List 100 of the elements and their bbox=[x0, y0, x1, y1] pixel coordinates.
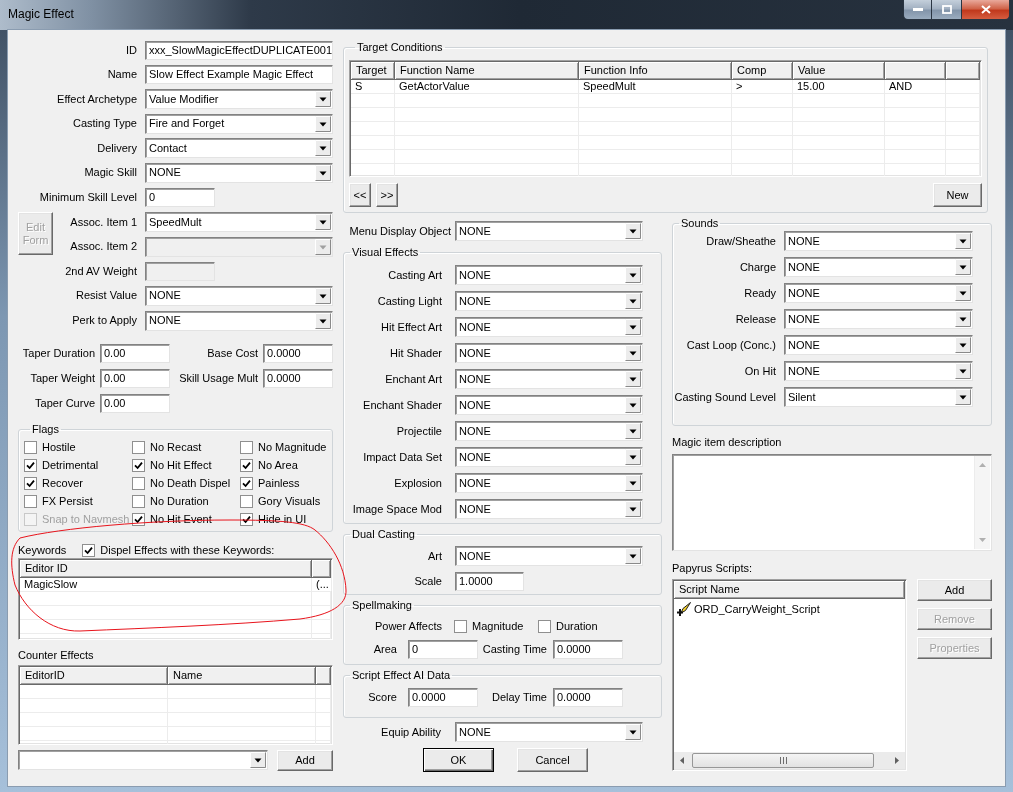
new-button[interactable]: New bbox=[933, 183, 982, 207]
caret-icon[interactable] bbox=[955, 285, 971, 301]
dropdown[interactable]: NONE bbox=[784, 335, 973, 355]
dropdown[interactable]: NONE bbox=[455, 317, 643, 337]
text-field[interactable]: Slow Effect Example Magic Effect bbox=[145, 65, 333, 85]
caret-icon[interactable] bbox=[955, 363, 971, 379]
text-field[interactable]: 0.00 bbox=[100, 368, 170, 388]
checkbox[interactable] bbox=[240, 458, 253, 472]
ok-button[interactable]: OK bbox=[423, 748, 494, 772]
checkbox-label[interactable]: FX Persist bbox=[42, 494, 93, 508]
checkbox[interactable] bbox=[132, 476, 145, 490]
minimize-button[interactable] bbox=[903, 0, 931, 20]
close-button[interactable] bbox=[961, 0, 1010, 20]
text-field[interactable]: 0.0000 bbox=[263, 343, 333, 363]
caret-icon[interactable] bbox=[625, 345, 641, 361]
dropdown[interactable]: NONE bbox=[784, 283, 973, 303]
dropdown[interactable]: NONE bbox=[455, 447, 643, 467]
scrollbar[interactable] bbox=[674, 752, 905, 769]
list-item[interactable]: ORD_CarryWeight_Script bbox=[674, 601, 905, 617]
caret-icon[interactable] bbox=[250, 751, 266, 768]
dropdown[interactable] bbox=[18, 749, 268, 770]
dropdown[interactable]: NONE bbox=[455, 291, 643, 311]
list-view[interactable]: EditorID Name bbox=[18, 664, 333, 745]
column-header[interactable] bbox=[885, 62, 946, 80]
dropdown[interactable]: NONE bbox=[784, 257, 973, 277]
caret-icon[interactable] bbox=[955, 233, 971, 249]
checkbox-label[interactable]: No Duration bbox=[150, 494, 209, 508]
text-field[interactable]: 0.00 bbox=[100, 393, 170, 413]
caret-icon[interactable] bbox=[955, 259, 971, 275]
checkbox[interactable] bbox=[132, 440, 145, 454]
text-field[interactable]: 0.00 bbox=[100, 343, 170, 363]
column-header[interactable] bbox=[312, 559, 331, 578]
dropdown[interactable]: Contact bbox=[145, 138, 333, 159]
dropdown[interactable]: NONE bbox=[455, 421, 643, 441]
checkbox[interactable] bbox=[240, 476, 253, 490]
checkbox[interactable] bbox=[240, 494, 253, 508]
list-view[interactable]: Script Name ORD_CarryWeight_Script bbox=[672, 579, 907, 771]
checkbox-label[interactable]: Painless bbox=[258, 476, 300, 490]
caret-icon[interactable] bbox=[625, 423, 641, 439]
text-field[interactable]: xxx_SlowMagicEffectDUPLICATE001 bbox=[145, 40, 333, 60]
caret-icon[interactable] bbox=[315, 91, 331, 108]
dropdown[interactable]: NONE bbox=[455, 499, 643, 519]
caret-icon[interactable] bbox=[625, 501, 641, 517]
column-header[interactable]: Target bbox=[351, 62, 395, 80]
checkbox[interactable] bbox=[132, 512, 145, 526]
dropdown[interactable]: NONE bbox=[784, 309, 973, 329]
caret-icon[interactable] bbox=[625, 397, 641, 413]
caret-icon[interactable] bbox=[315, 312, 331, 329]
checkbox[interactable] bbox=[538, 620, 551, 633]
dropdown[interactable]: NONE bbox=[455, 265, 643, 285]
dropdown[interactable]: Value Modifier bbox=[145, 89, 333, 110]
caret-icon[interactable] bbox=[955, 337, 971, 353]
text-area[interactable] bbox=[672, 454, 992, 551]
dropdown[interactable]: NONE bbox=[455, 395, 643, 415]
checkbox[interactable] bbox=[24, 494, 37, 508]
dropdown[interactable]: NONE bbox=[455, 221, 643, 241]
text-field[interactable]: 0.0000 bbox=[408, 688, 478, 707]
caret-icon[interactable] bbox=[625, 371, 641, 387]
maximize-button[interactable] bbox=[931, 0, 961, 20]
dropdown[interactable]: NONE bbox=[145, 285, 333, 306]
caret-icon[interactable] bbox=[955, 311, 971, 327]
dropdown[interactable]: NONE bbox=[145, 162, 333, 183]
checkbox[interactable] bbox=[132, 458, 145, 472]
dropdown[interactable]: NONE bbox=[455, 369, 643, 389]
checkbox[interactable] bbox=[454, 620, 467, 633]
caret-icon[interactable] bbox=[315, 214, 331, 231]
text-field[interactable]: 0.0000 bbox=[263, 368, 333, 388]
dropdown[interactable]: NONE bbox=[455, 546, 643, 566]
checkbox-label[interactable]: Detrimental bbox=[42, 458, 99, 472]
checkbox-label[interactable]: Magnitude bbox=[472, 620, 524, 633]
column-header[interactable]: Function Name bbox=[395, 62, 579, 80]
checkbox-label[interactable]: No Magnitude bbox=[258, 440, 327, 454]
checkbox[interactable] bbox=[24, 476, 37, 490]
dropdown[interactable]: NONE bbox=[455, 343, 643, 363]
caret-icon[interactable] bbox=[625, 223, 641, 239]
checkbox-label[interactable]: No Recast bbox=[150, 440, 202, 454]
checkbox-label[interactable]: Gory Visuals bbox=[258, 494, 321, 508]
scrollbar-thumb[interactable] bbox=[692, 753, 874, 768]
column-header[interactable]: Comp bbox=[732, 62, 793, 80]
column-header[interactable]: EditorID bbox=[20, 666, 168, 685]
caret-icon[interactable] bbox=[625, 724, 641, 740]
checkbox[interactable] bbox=[24, 440, 37, 454]
text-field[interactable]: 0.0000 bbox=[553, 640, 623, 659]
dropdown[interactable]: NONE bbox=[455, 473, 643, 493]
checkbox-label[interactable]: No Area bbox=[258, 458, 298, 472]
checkbox[interactable] bbox=[240, 440, 253, 454]
checkbox[interactable] bbox=[24, 458, 37, 472]
dropdown[interactable]: Silent bbox=[784, 387, 973, 407]
checkbox-label[interactable]: No Hit Effect bbox=[150, 458, 212, 472]
text-field[interactable]: 1.0000 bbox=[455, 571, 524, 591]
column-header[interactable]: Value bbox=[793, 62, 885, 80]
caret-icon[interactable] bbox=[625, 293, 641, 309]
column-header[interactable] bbox=[316, 666, 331, 685]
dropdown[interactable]: NONE bbox=[784, 361, 973, 381]
checkbox-label[interactable]: Recover bbox=[42, 476, 83, 490]
dropdown[interactable]: NONE bbox=[784, 231, 973, 251]
checkbox-label[interactable]: Duration bbox=[556, 620, 598, 633]
next-button[interactable]: >> bbox=[376, 183, 398, 207]
dropdown[interactable]: NONE bbox=[145, 310, 333, 331]
column-header[interactable]: Name bbox=[168, 666, 316, 685]
